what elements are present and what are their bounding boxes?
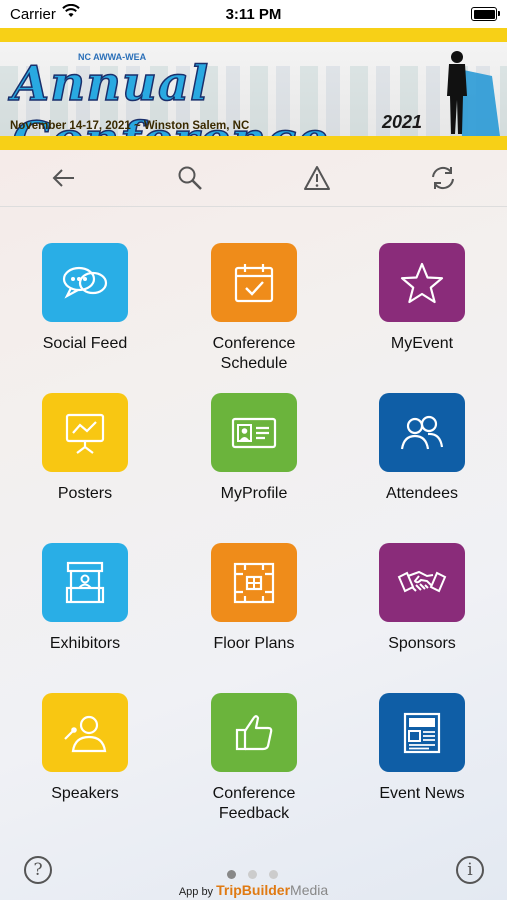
tile-label: Event News [379, 785, 465, 802]
tile-icon-bg [211, 243, 297, 322]
tile-icon-bg [379, 693, 465, 772]
tile-label: Conference Feedback [212, 785, 296, 822]
tile-myevent[interactable]: MyEvent [352, 243, 492, 354]
tile-myprofile[interactable]: MyProfile [184, 393, 324, 504]
tile-label: Exhibitors [49, 635, 121, 652]
newspaper-icon [403, 712, 441, 753]
tile-icon-bg [42, 393, 128, 472]
floor-plan-icon [233, 562, 275, 603]
presentation-board-icon [65, 413, 105, 454]
refresh-icon[interactable] [429, 164, 457, 192]
page-dot[interactable] [227, 870, 236, 879]
credit-prefix: App by [178, 886, 214, 898]
tile-label: Attendees [385, 485, 459, 502]
tile-label: Posters [57, 485, 113, 502]
id-card-icon [231, 417, 277, 448]
tile-attendees[interactable]: Attendees [352, 393, 492, 504]
tile-icon-bg [379, 543, 465, 622]
tile-floor-plans[interactable]: Floor Plans [184, 543, 324, 654]
battery-icon [471, 7, 500, 21]
tile-label: Sponsors [388, 635, 456, 652]
tile-conference-feedback[interactable]: Conference Feedback [184, 693, 324, 824]
warning-icon[interactable] [303, 164, 331, 192]
tile-posters[interactable]: Posters [15, 393, 155, 504]
tile-icon-bg [211, 693, 297, 772]
credit-brand: TripBuilder [216, 882, 291, 898]
tile-label: Floor Plans [213, 635, 295, 652]
tile-event-news[interactable]: Event News [352, 693, 492, 804]
back-arrow-icon[interactable] [50, 164, 78, 192]
booth-icon [65, 561, 105, 603]
tile-label: Social Feed [42, 335, 128, 352]
tile-sponsors[interactable]: Sponsors [352, 543, 492, 654]
tile-label: MyProfile [220, 485, 288, 502]
tile-icon-bg [211, 543, 297, 622]
credit-brand-suffix: Media [290, 882, 329, 898]
tile-icon-bg [379, 393, 465, 472]
banner-dates: November 14-17, 2021 ~ Winston Salem, NC [10, 120, 250, 132]
tile-speakers[interactable]: Speakers [15, 693, 155, 804]
tile-icon-bg [42, 243, 128, 322]
tile-label: Conference Schedule [212, 335, 296, 372]
tile-exhibitors[interactable]: Exhibitors [15, 543, 155, 654]
page-dot[interactable] [269, 870, 278, 879]
toolbar [0, 150, 507, 207]
tile-label: MyEvent [390, 335, 454, 352]
tile-icon-bg [379, 243, 465, 322]
status-bar: Carrier 3:11 PM [0, 0, 507, 28]
page-dot[interactable] [248, 870, 257, 879]
star-icon [400, 262, 444, 303]
info-button[interactable]: i [456, 856, 484, 884]
thumbs-up-icon [235, 714, 273, 750]
speaker-icon [64, 715, 107, 752]
chat-bubbles-icon [62, 266, 108, 299]
superhero-icon [447, 51, 500, 136]
help-button[interactable]: ? [24, 856, 52, 884]
tile-conference-schedule[interactable]: Conference Schedule [184, 243, 324, 374]
conference-banner: NC AWWA-WEA Annual Conference 2021 Novem… [0, 28, 507, 150]
tile-icon-bg [42, 543, 128, 622]
banner-year: 2021 [382, 112, 423, 132]
banner-image: NC AWWA-WEA Annual Conference 2021 Novem… [0, 42, 507, 136]
tile-icon-bg [211, 393, 297, 472]
handshake-icon [397, 570, 447, 592]
tile-label: Speakers [51, 785, 119, 802]
calendar-icon [234, 263, 274, 302]
people-icon [400, 415, 444, 449]
tile-social-feed[interactable]: Social Feed [15, 243, 155, 354]
tile-icon-bg [42, 693, 128, 772]
clock: 3:11 PM [225, 6, 282, 23]
app-credit: App by TripBuilderMedia [0, 882, 507, 898]
footer: ? i App by TripBuilderMedia [0, 846, 507, 900]
search-icon[interactable] [176, 164, 204, 192]
